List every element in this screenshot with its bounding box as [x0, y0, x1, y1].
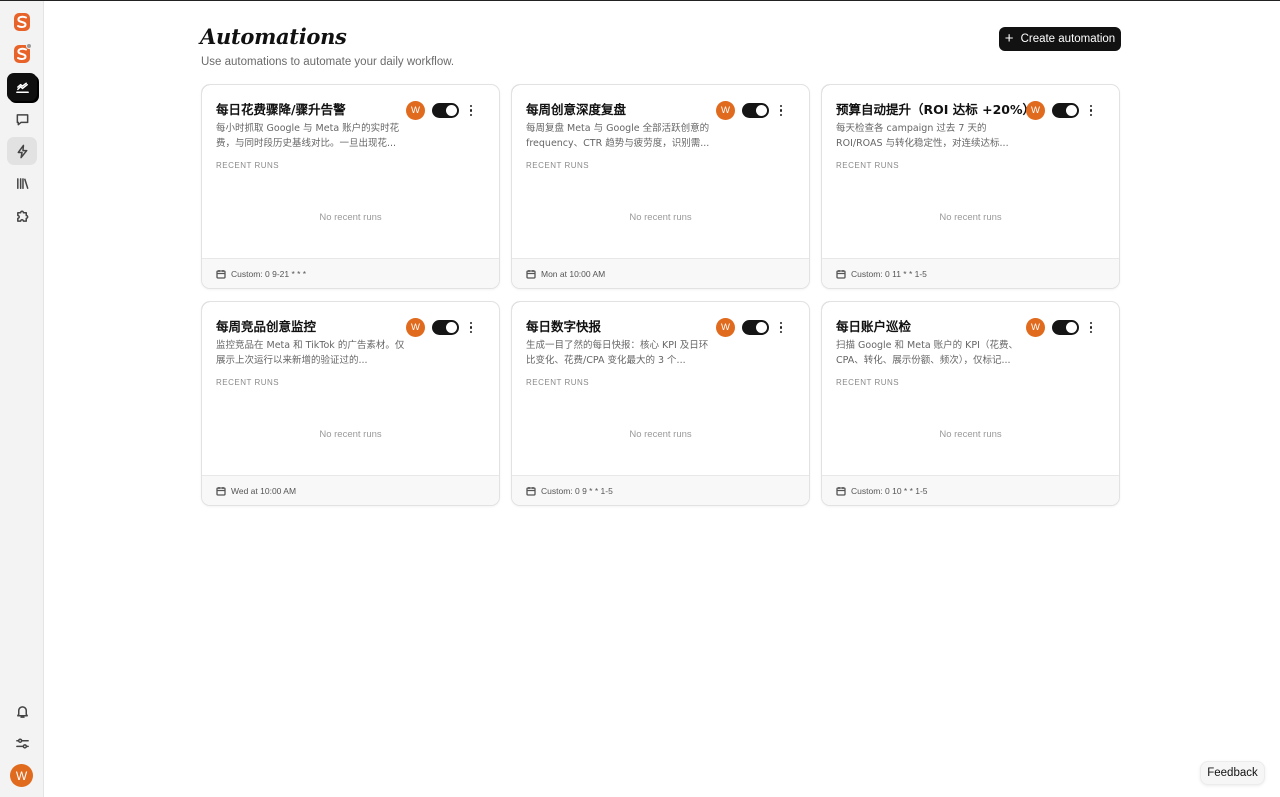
more-options-icon[interactable] [776, 320, 786, 335]
no-recent-runs-text: No recent runs [319, 429, 382, 440]
more-options-icon[interactable] [776, 103, 786, 118]
plus-icon: + [1004, 30, 1014, 47]
owner-avatar: W [406, 101, 425, 120]
schedule-footer: Mon at 10:00 AM [512, 258, 809, 288]
owner-avatar: W [1026, 101, 1045, 120]
no-recent-runs-text: No recent runs [629, 429, 692, 440]
calendar-icon [216, 486, 226, 496]
enable-toggle[interactable] [742, 320, 769, 335]
automation-card[interactable]: 每周创意深度复盘 每周复盘 Meta 与 Google 全部活跃创意的 freq… [511, 84, 810, 289]
feedback-button[interactable]: Feedback [1200, 761, 1265, 785]
enable-toggle[interactable] [1052, 320, 1079, 335]
calendar-icon [526, 486, 536, 496]
more-options-icon[interactable] [1086, 103, 1096, 118]
toggle-knob [1066, 105, 1077, 116]
schedule-text: Wed at 10:00 AM [231, 485, 297, 496]
more-options-icon[interactable] [466, 320, 476, 335]
automation-card[interactable]: 每日花费骤降/骤升告警 每小时抓取 Google 与 Meta 账户的实时花费，… [201, 84, 500, 289]
lightning-icon [17, 144, 27, 158]
chart-trend-icon [15, 82, 29, 93]
chat-bubble-icon [16, 113, 28, 125]
create-automation-button[interactable]: + Create automation [999, 27, 1121, 51]
toggle-knob [446, 322, 457, 333]
recent-runs-label: RECENT RUNS [836, 378, 900, 387]
sidebar: W [0, 1, 44, 797]
schedule-footer: Custom: 0 11 * * 1-5 [822, 258, 1119, 288]
enable-toggle[interactable] [742, 103, 769, 118]
page-title: Automations [200, 24, 347, 49]
window-top-border [0, 0, 1280, 1]
user-avatar[interactable]: W [10, 764, 33, 787]
calendar-icon [216, 269, 226, 279]
toggle-knob [446, 105, 457, 116]
owner-avatar: W [1026, 318, 1045, 337]
automation-card[interactable]: 每日账户巡检 扫描 Google 和 Meta 账户的 KPI（花费、CPA、转… [821, 301, 1120, 506]
app-logo-icon[interactable] [12, 12, 32, 32]
automation-description: 扫描 Google 和 Meta 账户的 KPI（花费、CPA、转化、展示份额、… [836, 340, 1018, 366]
no-recent-runs-text: No recent runs [939, 429, 1002, 440]
sidebar-item-notifications[interactable] [7, 697, 37, 725]
no-recent-runs-text: No recent runs [319, 212, 382, 223]
schedule-text: Custom: 0 11 * * 1-5 [851, 268, 927, 279]
calendar-icon [526, 269, 536, 279]
puzzle-icon [16, 210, 28, 222]
schedule-text: Custom: 0 9-21 * * * [231, 268, 307, 279]
automation-description: 监控竞品在 Meta 和 TikTok 的广告素材。仅展示上次运行以来新增的验证… [216, 340, 405, 366]
workspace-status-dot [26, 43, 32, 49]
recent-runs-label: RECENT RUNS [526, 378, 590, 387]
owner-avatar: W [716, 318, 735, 337]
automation-card[interactable]: 预算自动提升（ROI 达标 +20%） 每天检查各 campaign 过去 7 … [821, 84, 1120, 289]
automation-card[interactable]: 每周竞品创意监控 监控竞品在 Meta 和 TikTok 的广告素材。仅展示上次… [201, 301, 500, 506]
enable-toggle[interactable] [432, 103, 459, 118]
automation-title: 每周创意深度复盘 [526, 102, 627, 117]
toggle-knob [1066, 322, 1077, 333]
automation-description: 生成一目了然的每日快报：核心 KPI 及日环比变化、花费/CPA 变化最大的 3… [526, 340, 709, 366]
owner-avatar: W [406, 318, 425, 337]
automation-title: 预算自动提升（ROI 达标 +20%） [836, 102, 1035, 117]
sliders-icon [15, 737, 29, 749]
calendar-icon [836, 486, 846, 496]
page-subtitle: Use automations to automate your daily w… [201, 56, 455, 68]
automation-title: 每周竞品创意监控 [216, 319, 317, 334]
automation-description: 每周复盘 Meta 与 Google 全部活跃创意的 frequency、CTR… [526, 123, 710, 149]
schedule-text: Mon at 10:00 AM [541, 268, 606, 279]
enable-toggle[interactable] [1052, 103, 1079, 118]
sidebar-item-automations[interactable] [7, 137, 37, 165]
schedule-text: Custom: 0 10 * * 1-5 [851, 485, 928, 496]
automation-title: 每日数字快报 [526, 319, 602, 334]
sidebar-item-overview[interactable] [7, 73, 37, 101]
automation-card[interactable]: 每日数字快报 生成一目了然的每日快报：核心 KPI 及日环比变化、花费/CPA … [511, 301, 810, 506]
more-options-icon[interactable] [1086, 320, 1096, 335]
schedule-footer: Custom: 0 10 * * 1-5 [822, 475, 1119, 505]
sidebar-item-settings[interactable] [7, 729, 37, 757]
automation-title: 每日账户巡检 [836, 319, 912, 334]
calendar-icon [836, 269, 846, 279]
recent-runs-label: RECENT RUNS [216, 161, 280, 170]
automation-description: 每小时抓取 Google 与 Meta 账户的实时花费，与同时段历史基线对比。一… [216, 123, 400, 149]
sidebar-item-chat[interactable] [7, 105, 37, 133]
schedule-footer: Custom: 0 9-21 * * * [202, 258, 499, 288]
library-icon [16, 177, 28, 189]
schedule-text: Custom: 0 9 * * 1-5 [541, 485, 613, 496]
sidebar-item-library[interactable] [7, 169, 37, 197]
no-recent-runs-text: No recent runs [939, 212, 1002, 223]
recent-runs-label: RECENT RUNS [836, 161, 900, 170]
recent-runs-label: RECENT RUNS [216, 378, 280, 387]
create-automation-label: Create automation [1020, 33, 1116, 45]
bell-icon [16, 705, 28, 718]
toggle-knob [756, 322, 767, 333]
schedule-footer: Custom: 0 9 * * 1-5 [512, 475, 809, 505]
recent-runs-label: RECENT RUNS [526, 161, 590, 170]
owner-avatar: W [716, 101, 735, 120]
automation-title: 每日花费骤降/骤升告警 [216, 102, 346, 117]
schedule-footer: Wed at 10:00 AM [202, 475, 499, 505]
more-options-icon[interactable] [466, 103, 476, 118]
no-recent-runs-text: No recent runs [629, 212, 692, 223]
toggle-knob [756, 105, 767, 116]
enable-toggle[interactable] [432, 320, 459, 335]
sidebar-item-integrations[interactable] [7, 201, 37, 229]
automation-description: 每天检查各 campaign 过去 7 天的 ROI/ROAS 与转化稳定性，对… [836, 123, 1009, 149]
